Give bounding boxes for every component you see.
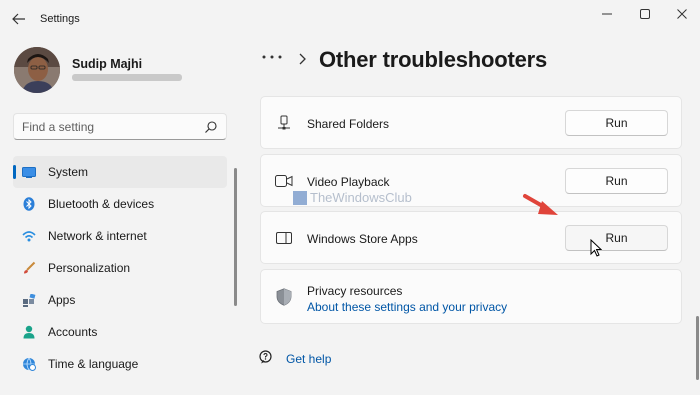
watermark-text: TheWindowsClub: [310, 190, 412, 205]
sidebar-scrollbar[interactable]: [234, 168, 237, 306]
avatar[interactable]: [14, 47, 60, 93]
sidebar-item-label: System: [48, 165, 89, 179]
watermark-logo-icon: [293, 190, 307, 205]
back-arrow-icon: [12, 13, 25, 25]
privacy-resources-card: Privacy resources About these settings a…: [260, 269, 682, 324]
page-title: Other troubleshooters: [319, 47, 548, 72]
chevron-right-icon: [299, 53, 306, 65]
sidebar-item-bluetooth[interactable]: Bluetooth & devices: [13, 188, 227, 220]
mouse-cursor-icon: [590, 239, 602, 257]
more-icon[interactable]: [261, 50, 283, 64]
get-help-icon[interactable]: [259, 350, 274, 365]
store-apps-icon: [275, 229, 293, 247]
sidebar-item-label: Apps: [48, 293, 76, 307]
sidebar-item-network[interactable]: Network & internet: [13, 220, 227, 252]
sidebar-item-label: Accounts: [48, 325, 98, 339]
back-button[interactable]: [8, 9, 30, 29]
troubleshooter-card-windows-store-apps: Windows Store Apps Run: [260, 211, 682, 264]
sidebar-item-label: Network & internet: [48, 229, 147, 243]
sidebar-nav: System Bluetooth & devices Network & int…: [13, 156, 227, 380]
title-bar: Settings: [0, 0, 700, 38]
brush-icon: [22, 261, 36, 275]
sidebar-item-accounts[interactable]: Accounts: [13, 316, 227, 348]
system-icon: [22, 165, 36, 179]
accounts-icon: [22, 325, 36, 339]
run-button-windows-store-apps[interactable]: Run: [565, 225, 668, 251]
maximize-button[interactable]: [631, 6, 659, 22]
sidebar-item-system[interactable]: System: [13, 156, 227, 188]
troubleshooter-label: Windows Store Apps: [307, 232, 418, 246]
content-scrollbar[interactable]: [696, 316, 699, 380]
network-icon: [22, 229, 36, 243]
troubleshooter-label: Video Playback: [307, 175, 390, 189]
run-button-shared-folders[interactable]: Run: [565, 110, 668, 136]
shield-icon: [275, 288, 293, 306]
maximize-icon: [640, 9, 650, 19]
privacy-link[interactable]: About these settings and your privacy: [307, 300, 507, 314]
run-button-video-playback[interactable]: Run: [565, 168, 668, 194]
close-icon: [677, 9, 687, 19]
app-title: Settings: [40, 13, 80, 25]
sidebar-item-label: Personalization: [48, 261, 131, 275]
privacy-resources-title: Privacy resources: [307, 284, 403, 298]
troubleshooter-label: Shared Folders: [307, 117, 390, 131]
apps-icon: [22, 293, 36, 307]
search-input[interactable]: [22, 119, 202, 135]
minimize-icon: [602, 13, 612, 15]
search-icon[interactable]: [204, 120, 218, 134]
sidebar-item-label: Bluetooth & devices: [48, 197, 155, 211]
search-box[interactable]: [13, 113, 227, 140]
sidebar-item-personalization[interactable]: Personalization: [13, 252, 227, 284]
close-button[interactable]: [668, 6, 696, 22]
user-name: Sudip Majhi: [72, 57, 143, 71]
sidebar-item-label: Time & language: [48, 357, 139, 371]
troubleshooter-list: Shared Folders Run Video Playback Run Wi…: [260, 88, 682, 328]
shared-folder-icon: [275, 114, 293, 132]
get-help-link[interactable]: Get help: [286, 352, 331, 366]
minimize-button[interactable]: [593, 6, 621, 22]
sidebar-item-time-language[interactable]: Time & language: [13, 348, 227, 380]
bluetooth-icon: [22, 197, 36, 211]
video-camera-icon: [275, 172, 293, 190]
user-email-redacted: [72, 74, 182, 81]
user-photo-icon: [14, 47, 60, 93]
sidebar-item-apps[interactable]: Apps: [13, 284, 227, 316]
watermark: TheWindowsClub: [293, 190, 412, 205]
troubleshooter-card-shared-folders: Shared Folders Run: [260, 96, 682, 149]
red-arrow-icon: [523, 194, 558, 215]
globe-clock-icon: [22, 357, 36, 371]
